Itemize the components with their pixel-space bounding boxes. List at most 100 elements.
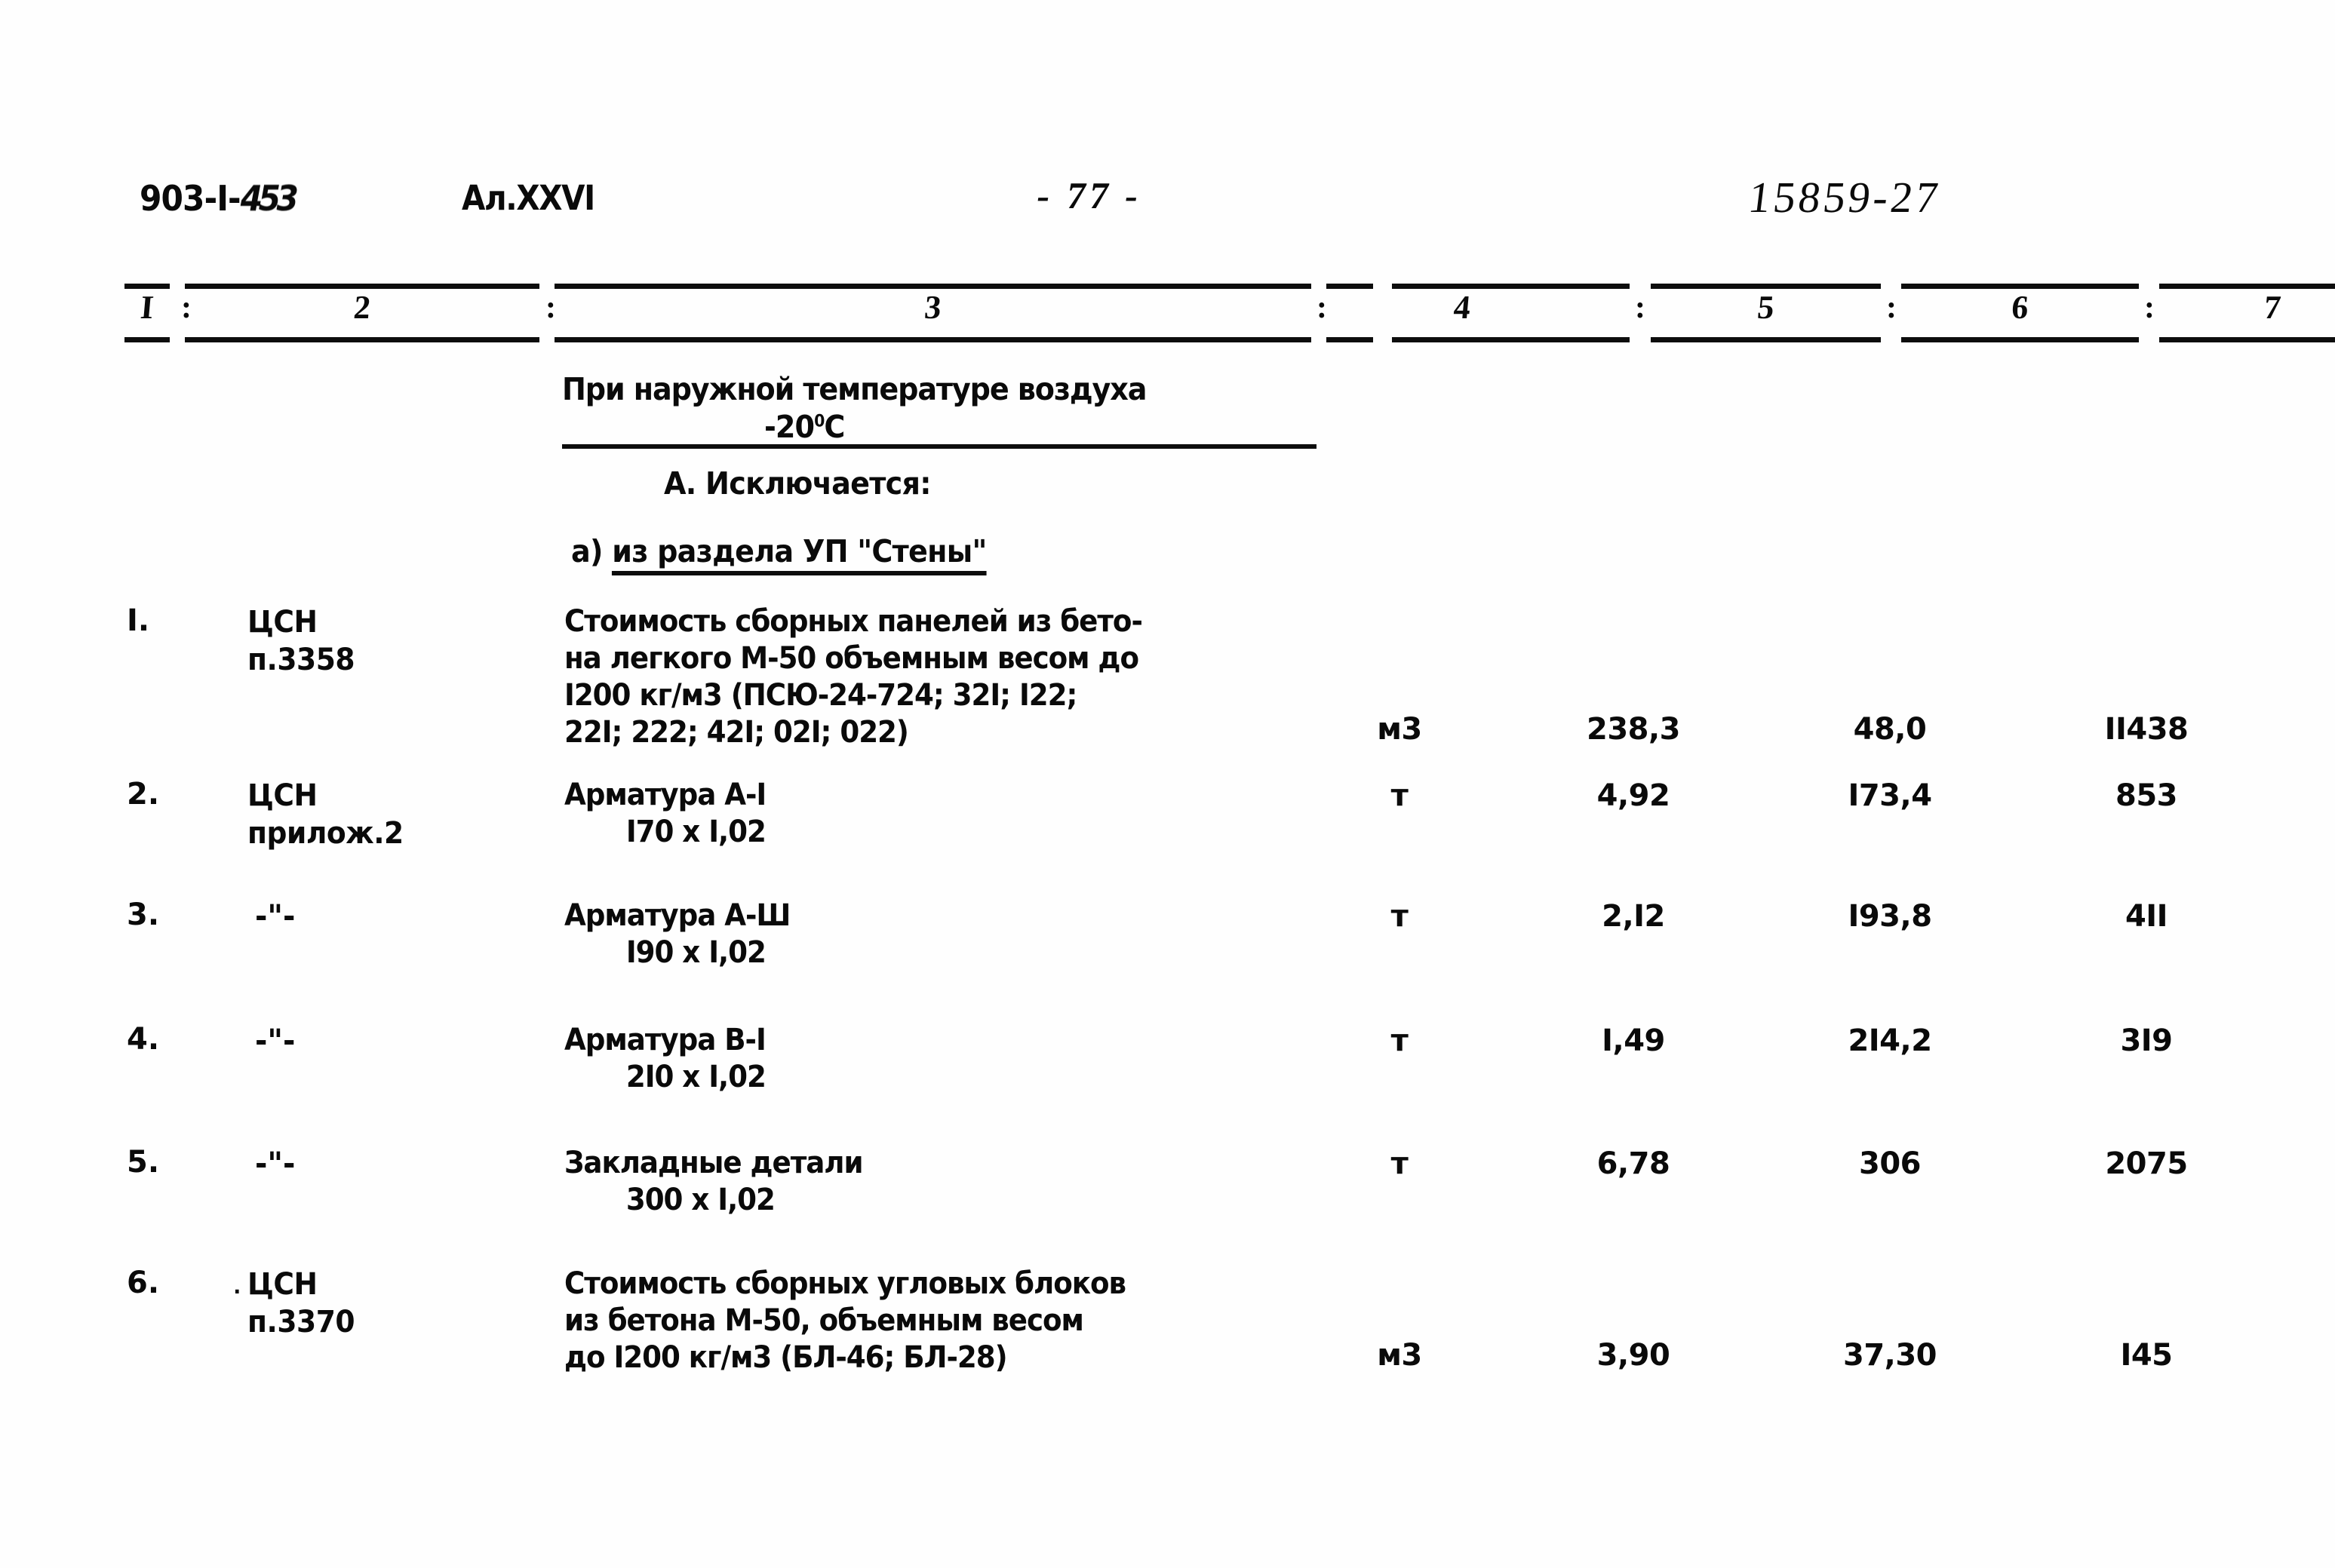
column-separator-4: : (1635, 290, 1645, 325)
row-reference-ditto: -"- (255, 1022, 296, 1059)
subsection-heading-a: а) из раздела УП "Стены" (571, 533, 987, 575)
reference-line-2: прилож.2 (247, 816, 404, 851)
description-line: 300 х I,02 (625, 1183, 776, 1217)
row-number: 5. (127, 1145, 160, 1180)
reference-line-1: ЦСН (247, 605, 318, 640)
row-description: Стоимость сборных панелей из бето- на ле… (564, 603, 1143, 751)
row-price: I73,4 (1848, 778, 1932, 813)
description-line: из бетона М-50, объемным весом (564, 1303, 1084, 1338)
row-unit: м3 (1377, 1338, 1422, 1373)
row-quantity: 6,78 (1596, 1146, 1670, 1181)
title-underline (562, 444, 1317, 449)
description-line: до I200 кг/м3 (БЛ-46; БЛ-28) (564, 1340, 1008, 1375)
row-price: 306 (1859, 1146, 1922, 1181)
title-line-1: При наружной температуре воздуха (562, 371, 1148, 407)
row-description: Арматура А-I I70 х I,02 (564, 777, 767, 851)
row-total: 2075 (2105, 1146, 2188, 1181)
document-code-suffix: 453 (240, 178, 299, 219)
reference-dot-mark: · (233, 1279, 241, 1304)
row-price: I93,8 (1848, 899, 1932, 934)
stamp-number: 15859-27 (1746, 173, 1944, 222)
temperature-value: -20 (764, 409, 815, 445)
reference-line-1: ЦСН (247, 1267, 318, 1302)
subsection-marker: а) (571, 533, 603, 569)
reference-line-2: п.3358 (247, 643, 355, 677)
column-header-6: 6 (2010, 289, 2030, 326)
row-total: II438 (2104, 712, 2189, 747)
row-reference: · ЦСН п.3370 (233, 1266, 355, 1341)
row-quantity: 238,3 (1586, 712, 1681, 747)
description-line: Арматура А-Ш (564, 898, 791, 933)
scanned-document-page: 903-I-453 Ал.XXVI - 77 - 15859-27 I : 2 … (0, 0, 2335, 1568)
column-separator-6: : (2144, 290, 2155, 325)
row-number: 4. (127, 1022, 160, 1057)
row-price: 48,0 (1853, 712, 1927, 747)
page-header: 903-I-453 Ал.XXVI - 77 - 15859-27 (0, 173, 2335, 253)
row-description: Закладные детали 300 х I,02 (564, 1145, 864, 1219)
column-header-5: 5 (1756, 289, 1776, 326)
description-line: 2I0 х I,02 (625, 1060, 767, 1094)
rule-bottom-col3 (555, 337, 1311, 342)
document-code-prefix: 903-I- (140, 178, 241, 219)
temperature-unit: С (824, 409, 845, 445)
subsection-text: из раздела УП "Стены" (612, 533, 987, 575)
column-header-1: I (139, 289, 155, 326)
table-title-block: При наружной температуре воздуха -200С (562, 371, 1317, 445)
description-line: на легкого М-50 объемным весом до (564, 641, 1139, 676)
column-header-3: 3 (923, 289, 943, 326)
row-total: I45 (2120, 1338, 2173, 1373)
reference-line-1: ЦСН (247, 778, 318, 813)
row-description: Стоимость сборных угловых блоков из бето… (564, 1266, 1126, 1376)
section-heading-a: А. Исключается: (664, 465, 931, 502)
row-quantity: I,49 (1602, 1023, 1665, 1058)
title-line-2: -200С (764, 409, 1278, 445)
row-price: 2I4,2 (1848, 1023, 1932, 1058)
description-line: 22I; 222; 42I; 02I; 022) (564, 715, 909, 750)
row-reference-ditto: -"- (255, 898, 296, 934)
description-line: Арматура А-I (564, 778, 767, 812)
description-line: I70 х I,02 (625, 815, 767, 849)
row-quantity: 4,92 (1596, 778, 1670, 813)
rule-bottom-col4a (1326, 337, 1373, 342)
description-line: Закладные детали (564, 1146, 864, 1180)
column-header-2: 2 (352, 289, 373, 326)
document-code: 903-I-453 (140, 178, 299, 219)
row-total: 853 (2115, 778, 2178, 813)
row-unit: т (1390, 1023, 1409, 1058)
album-label: Ал.XXVI (462, 178, 595, 218)
row-total: 3I9 (2120, 1023, 2173, 1058)
column-header-4: 4 (1452, 289, 1473, 326)
row-description: Арматура А-Ш I90 х I,02 (564, 898, 791, 971)
row-unit: т (1390, 899, 1409, 934)
rule-bottom-col7 (2159, 337, 2335, 342)
row-quantity: 2,I2 (1602, 899, 1665, 934)
description-line: Арматура В-I (564, 1023, 767, 1057)
column-header-7: 7 (2262, 289, 2283, 326)
row-unit: т (1390, 1146, 1409, 1181)
row-quantity: 3,90 (1596, 1338, 1670, 1373)
row-number: I. (127, 603, 150, 638)
row-description: Арматура В-I 2I0 х I,02 (564, 1022, 767, 1096)
degree-symbol: 0 (814, 412, 825, 431)
rule-bottom-col2 (185, 337, 539, 342)
description-line: I200 кг/м3 (ПСЮ-24-724; 32I; I22; (564, 678, 1077, 713)
row-number: 6. (127, 1266, 160, 1300)
reference-line-2: п.3370 (247, 1305, 355, 1339)
row-price: 37,30 (1842, 1338, 1937, 1373)
row-total: 4II (2125, 899, 2168, 934)
description-line: Стоимость сборных панелей из бето- (564, 604, 1143, 639)
page-number: - 77 - (1034, 174, 1145, 216)
rule-bottom-col4 (1392, 337, 1630, 342)
row-number: 2. (127, 777, 160, 812)
description-line: Стоимость сборных угловых блоков (564, 1266, 1126, 1301)
rule-bottom-col6 (1901, 337, 2139, 342)
description-line: I90 х I,02 (625, 935, 767, 970)
row-unit: т (1390, 778, 1409, 813)
row-unit: м3 (1377, 712, 1422, 747)
row-reference: ЦСН п.3358 (247, 603, 355, 679)
column-separator-5: : (1886, 290, 1897, 325)
row-number: 3. (127, 898, 160, 932)
rule-bottom-col5 (1651, 337, 1881, 342)
rule-bottom-col1 (124, 337, 170, 342)
row-reference-ditto: -"- (255, 1145, 296, 1182)
